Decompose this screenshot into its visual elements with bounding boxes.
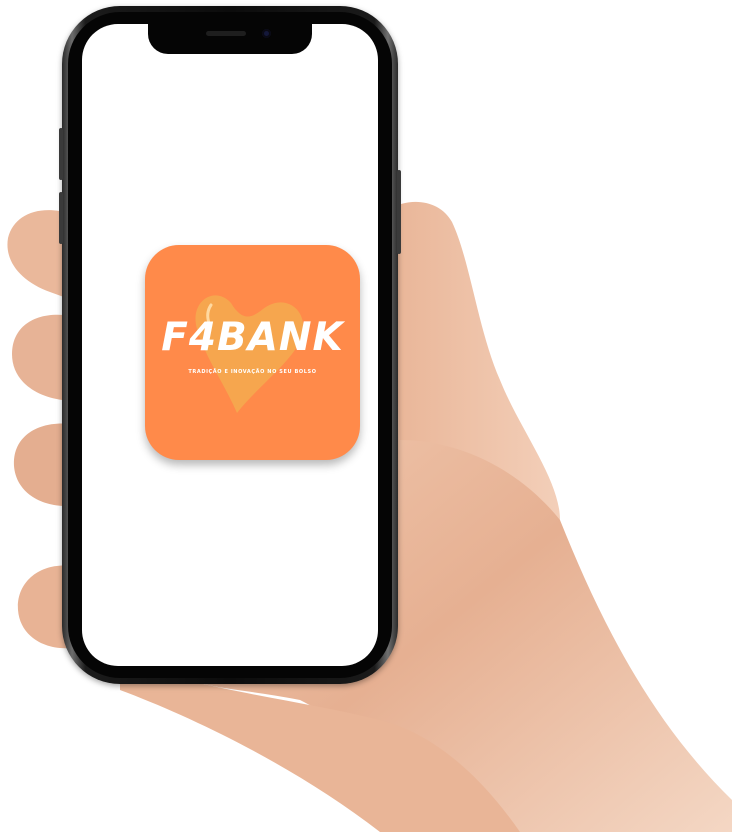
volume-button [59,128,63,180]
f4bank-app-icon[interactable]: F4BANK TRADIÇÃO E INOVAÇÃO NO SEU BOLSO [145,245,360,460]
scene: F4BANK TRADIÇÃO E INOVAÇÃO NO SEU BOLSO [0,0,732,832]
app-name: F4BANK [161,315,344,360]
phone-screen: F4BANK TRADIÇÃO E INOVAÇÃO NO SEU BOLSO [82,24,378,666]
front-camera-icon [262,29,271,38]
power-button [397,170,401,254]
phone-notch [148,22,312,54]
smartphone-frame: F4BANK TRADIÇÃO E INOVAÇÃO NO SEU BOLSO [59,6,401,684]
speaker-grille [206,31,246,36]
volume-button [59,192,63,244]
app-tagline: TRADIÇÃO E INOVAÇÃO NO SEU BOLSO [188,369,317,375]
